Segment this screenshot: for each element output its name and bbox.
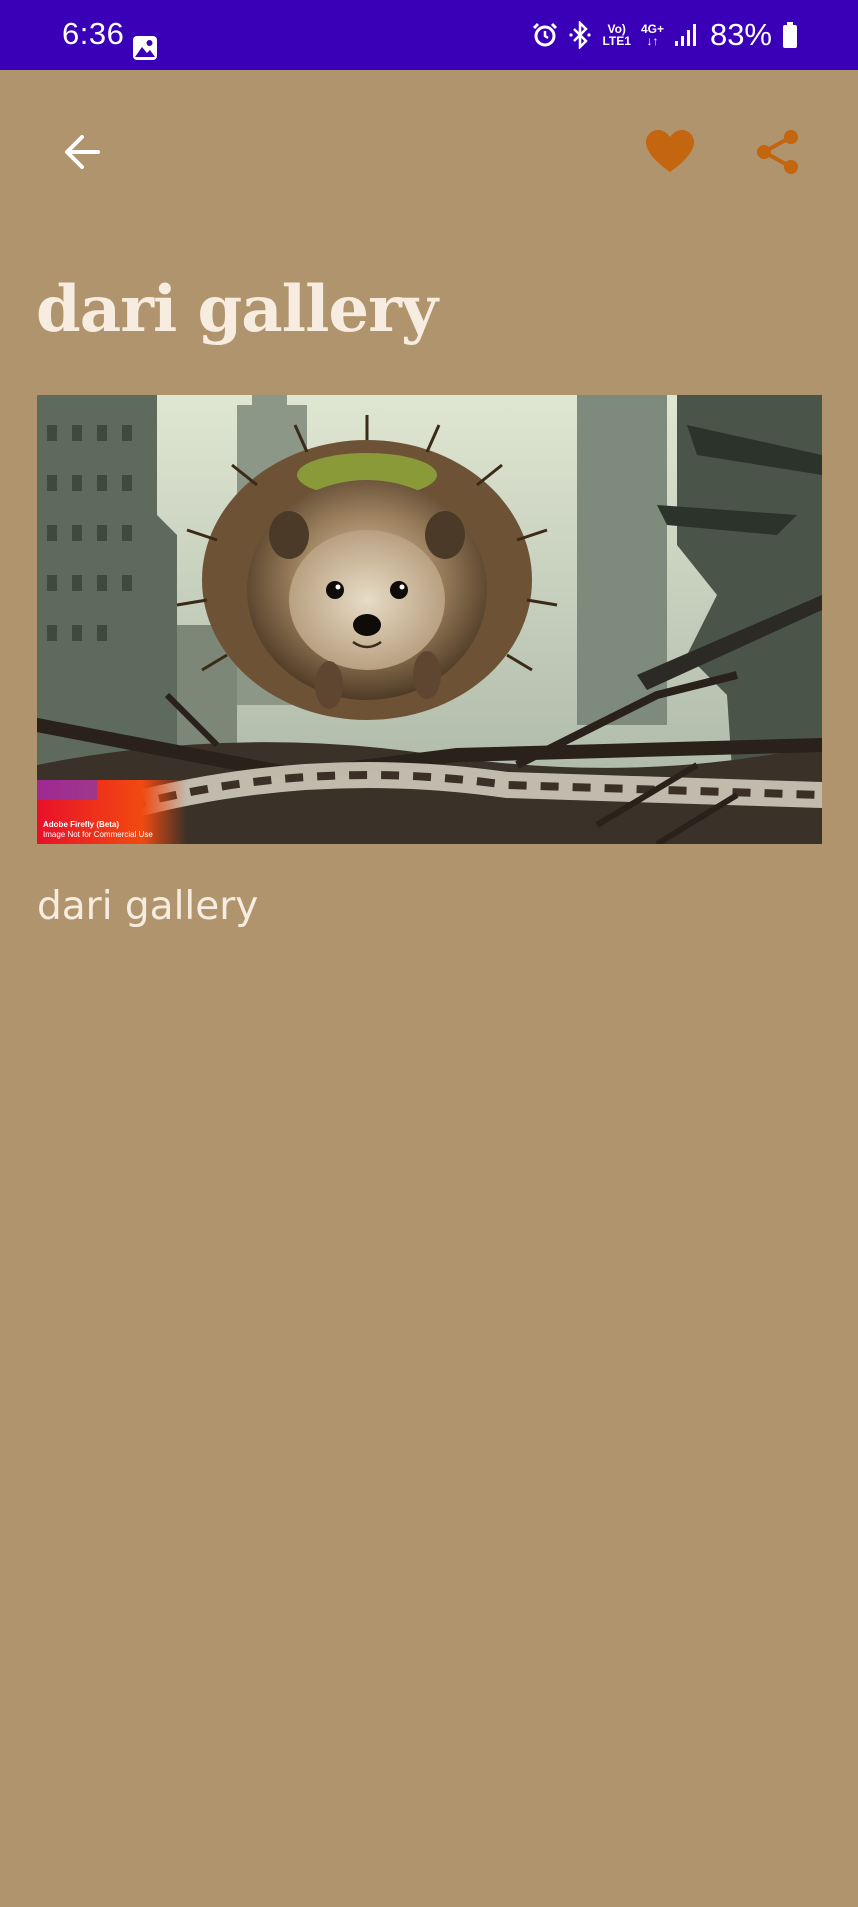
alarm-icon (532, 22, 558, 48)
gallery-notification-icon (131, 34, 159, 62)
data-indicator: 4G+ ↓↑ (641, 23, 664, 47)
battery-icon (782, 21, 798, 49)
bluetooth-icon (568, 21, 592, 49)
image-caption: dari gallery (37, 884, 259, 929)
signal-icon (674, 23, 698, 47)
app-bar (0, 70, 858, 234)
share-button[interactable] (748, 126, 808, 182)
back-button[interactable] (54, 126, 110, 182)
status-icons: Vo) LTE1 4G+ ↓↑ 83% (532, 17, 798, 52)
status-bar: 6:36 Vo) LTE1 4G+ ↓↑ 83% (0, 0, 858, 70)
volte-indicator: Vo) LTE1 (602, 23, 630, 47)
status-time: 6:36 (62, 16, 125, 51)
arrow-left-icon (62, 132, 102, 176)
share-icon (755, 128, 801, 180)
heart-icon (646, 130, 694, 178)
data-arrows-icon: ↓↑ (646, 34, 659, 48)
hedgehog-image[interactable]: Adobe Firefly (Beta) Image Not for Comme… (37, 395, 822, 844)
watermark-note: Image Not for Commercial Use (43, 830, 153, 839)
battery-percent: 83% (709, 17, 772, 52)
lte-label: LTE1 (602, 34, 631, 48)
watermark-brand: Adobe Firefly (Beta) (43, 820, 119, 829)
favorite-button[interactable] (640, 126, 700, 182)
page-title: dari gallery (36, 272, 438, 347)
